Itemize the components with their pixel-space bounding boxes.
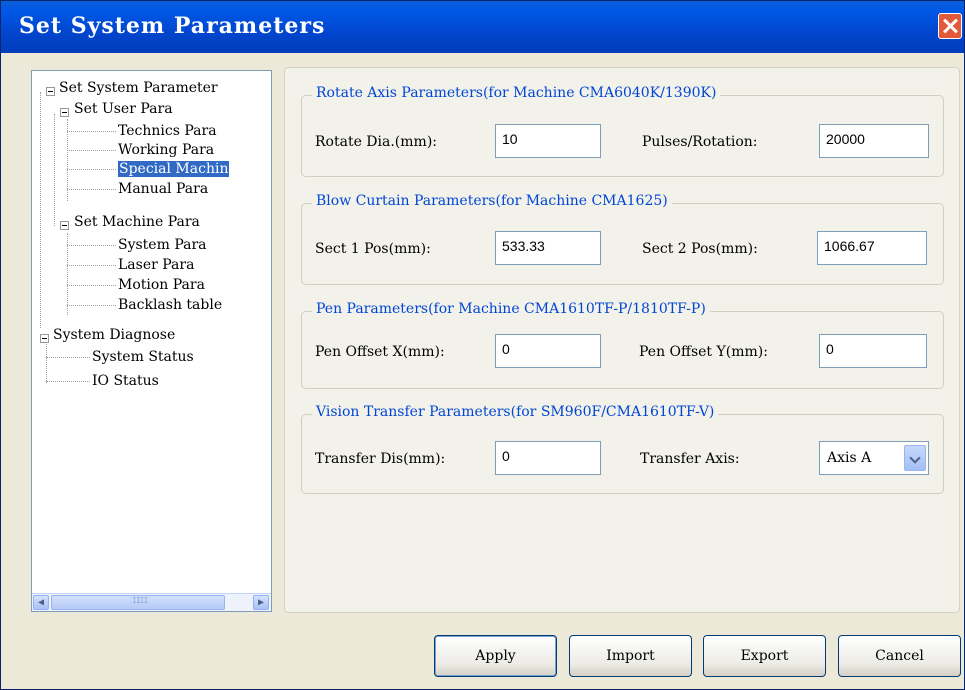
collapse-icon[interactable] xyxy=(60,221,69,230)
tree-item-manual-para[interactable]: Manual Para xyxy=(118,180,208,198)
sect1-pos-label: Sect 1 Pos(mm): xyxy=(315,241,431,257)
horizontal-scrollbar[interactable]: ◀ ▶ xyxy=(32,593,271,611)
chevron-down-icon[interactable] xyxy=(904,445,926,471)
tree-item-io-status[interactable]: IO Status xyxy=(92,372,159,390)
cancel-button[interactable]: Cancel xyxy=(838,635,961,677)
parameter-tree: Set System Parameter Set User Para Techn… xyxy=(31,70,272,612)
window-title: Set System Parameters xyxy=(19,13,326,39)
transfer-dis-input[interactable]: 0 xyxy=(495,441,601,475)
pen-offset-x-input[interactable]: 0 xyxy=(495,334,601,368)
pulses-rotation-label: Pulses/Rotation: xyxy=(642,134,758,150)
tree-item-motion-para[interactable]: Motion Para xyxy=(118,276,205,294)
tree-item-special-machine[interactable]: Special Machin xyxy=(118,160,230,178)
tree-item-laser-para[interactable]: Laser Para xyxy=(118,256,194,274)
dialog-window: Set System Parameters Set System Paramet… xyxy=(0,0,965,690)
tree-item-system-status[interactable]: System Status xyxy=(92,348,194,366)
collapse-icon[interactable] xyxy=(46,87,55,96)
transfer-axis-value: Axis A xyxy=(827,450,872,466)
sect2-pos-input[interactable]: 1066.67 xyxy=(817,231,927,265)
rotate-dia-label: Rotate Dia.(mm): xyxy=(315,134,437,150)
tree-item-system-para[interactable]: System Para xyxy=(118,236,207,254)
pen-offset-x-label: Pen Offset X(mm): xyxy=(315,344,445,360)
group-title: Rotate Axis Parameters(for Machine CMA60… xyxy=(312,85,721,101)
apply-button[interactable]: Apply xyxy=(434,635,557,677)
pen-offset-y-input[interactable]: 0 xyxy=(819,334,927,368)
export-button[interactable]: Export xyxy=(703,635,826,677)
scroll-left-icon[interactable]: ◀ xyxy=(33,595,49,610)
tree-item-backlash-table[interactable]: Backlash table xyxy=(118,296,222,314)
collapse-icon[interactable] xyxy=(60,108,69,117)
sect2-pos-label: Sect 2 Pos(mm): xyxy=(642,241,758,257)
pen-offset-y-label: Pen Offset Y(mm): xyxy=(639,344,768,360)
group-title: Blow Curtain Parameters(for Machine CMA1… xyxy=(312,193,672,209)
sect1-pos-input[interactable]: 533.33 xyxy=(495,231,601,265)
title-bar[interactable]: Set System Parameters xyxy=(1,1,964,53)
group-title: Vision Transfer Parameters(for SM960F/CM… xyxy=(312,404,719,420)
tree-item-set-user-para[interactable]: Set User Para xyxy=(74,100,173,118)
tree-item-working-para[interactable]: Working Para xyxy=(118,141,214,159)
tree-item-set-machine-para[interactable]: Set Machine Para xyxy=(74,213,200,231)
scroll-right-icon[interactable]: ▶ xyxy=(253,595,269,610)
import-button[interactable]: Import xyxy=(569,635,692,677)
close-icon[interactable] xyxy=(938,13,962,39)
group-title: Pen Parameters(for Machine CMA1610TF-P/1… xyxy=(312,301,710,317)
scroll-thumb[interactable] xyxy=(51,595,225,610)
transfer-axis-label: Transfer Axis: xyxy=(640,451,740,467)
transfer-axis-select[interactable]: Axis A xyxy=(819,441,929,475)
tree-item-set-system-parameter[interactable]: Set System Parameter xyxy=(59,79,218,97)
collapse-icon[interactable] xyxy=(40,334,49,343)
tree-item-system-diagnose[interactable]: System Diagnose xyxy=(53,326,175,344)
rotate-dia-input[interactable]: 10 xyxy=(495,124,601,158)
transfer-dis-label: Transfer Dis(mm): xyxy=(315,451,446,467)
pulses-rotation-input[interactable]: 20000 xyxy=(819,124,929,158)
tree-item-technics-para[interactable]: Technics Para xyxy=(118,122,217,140)
